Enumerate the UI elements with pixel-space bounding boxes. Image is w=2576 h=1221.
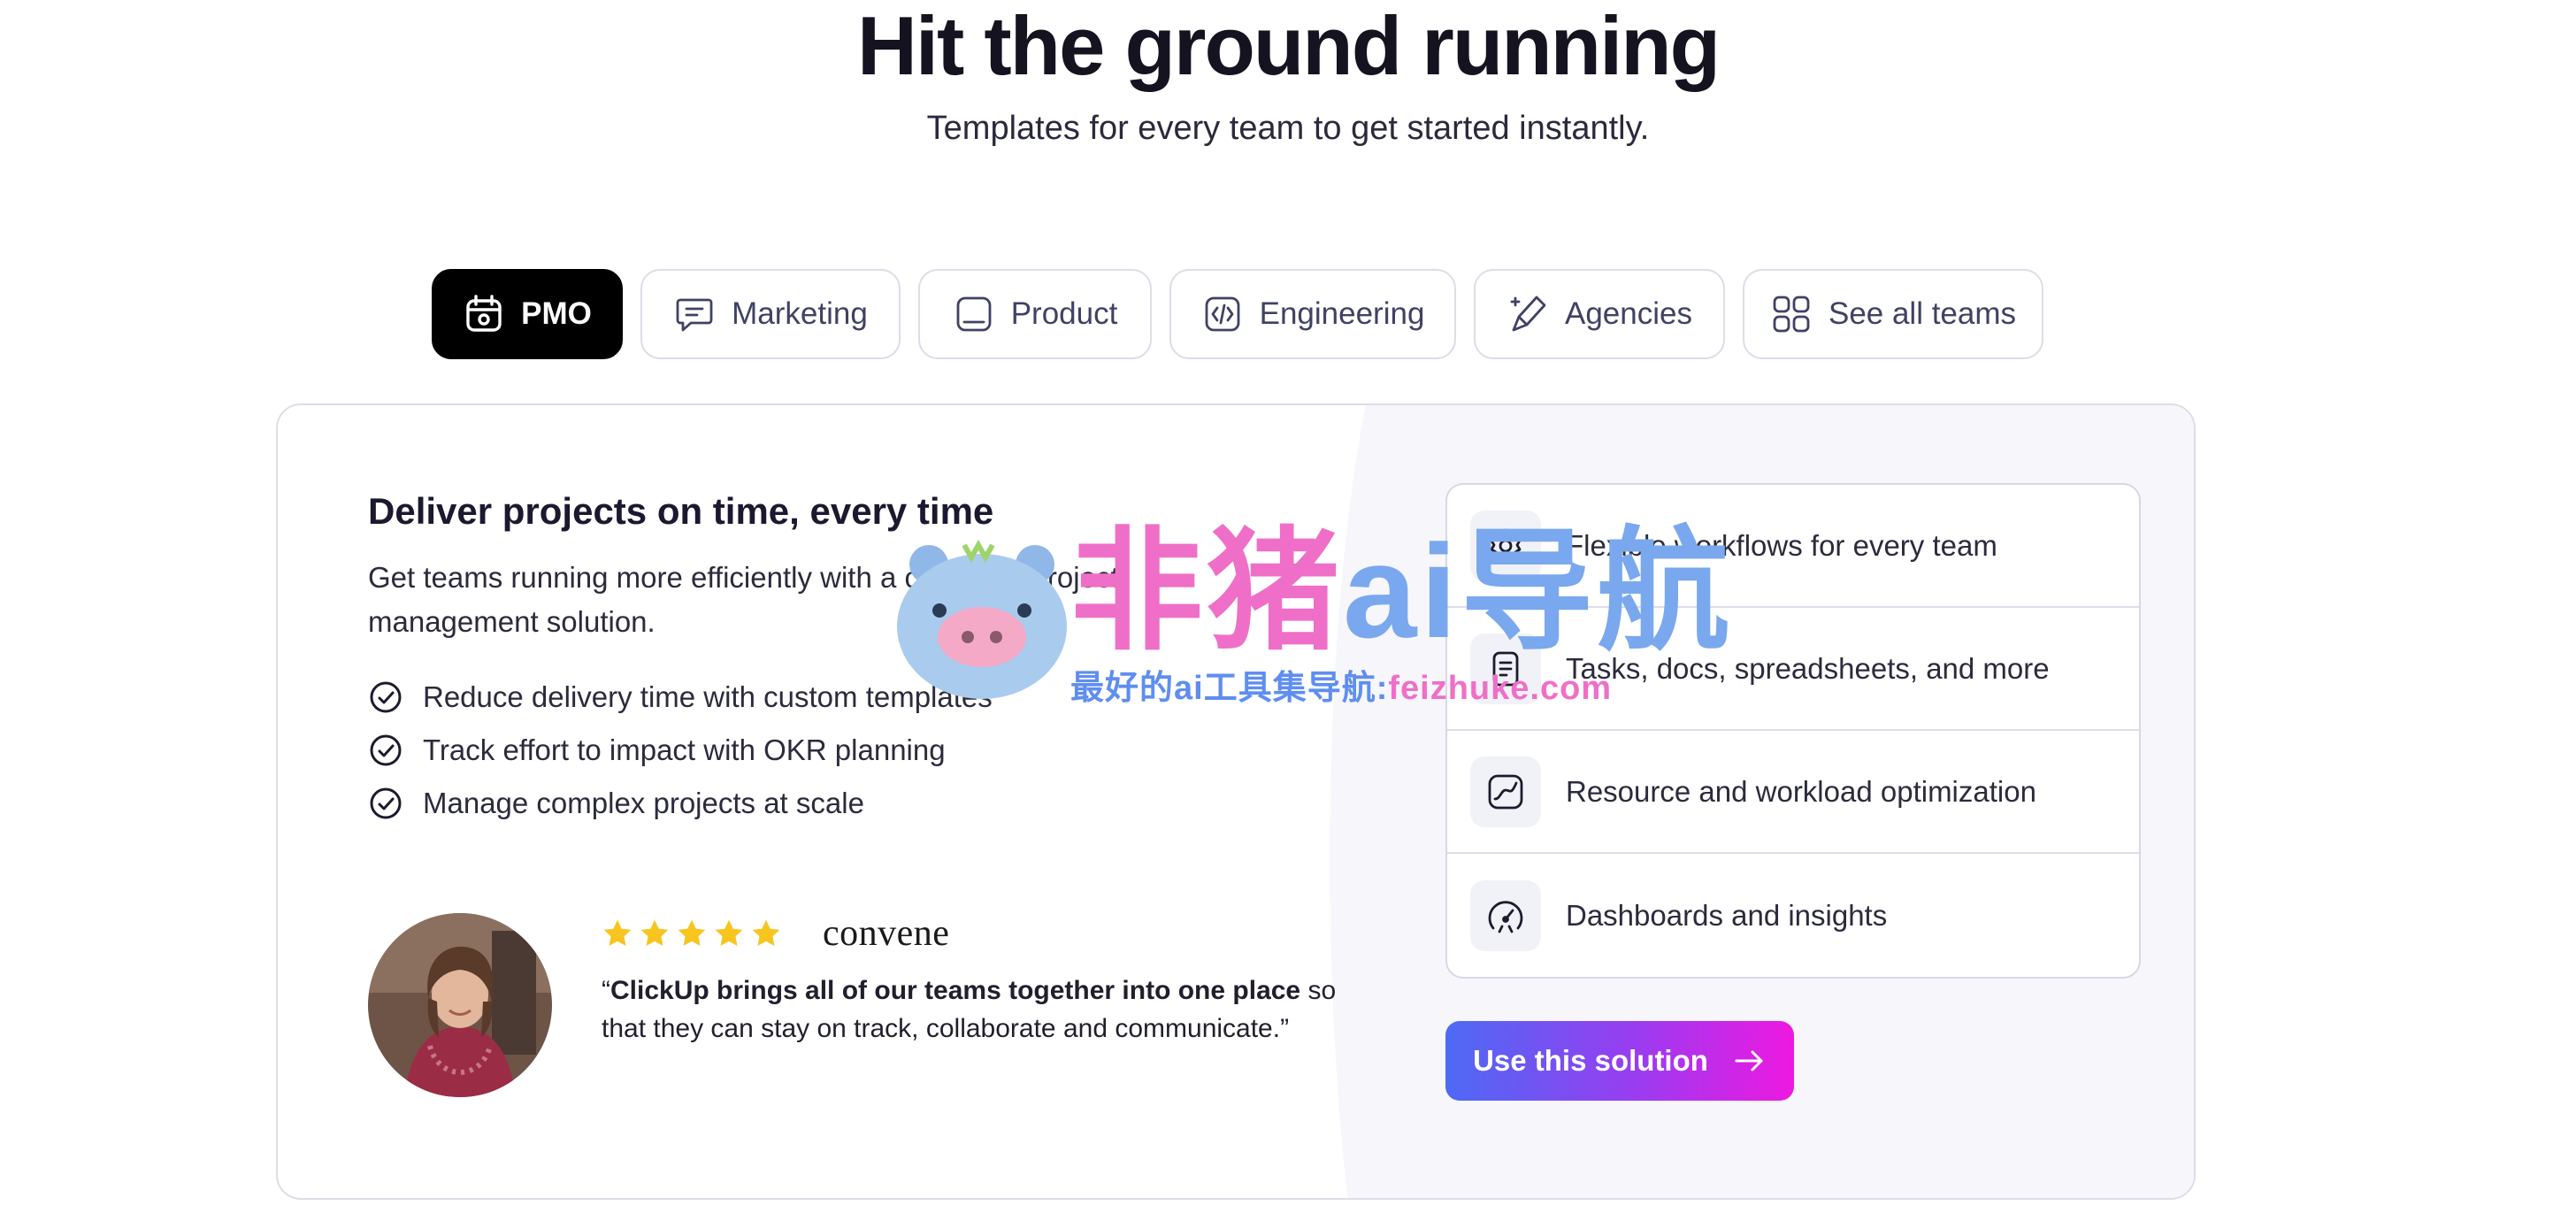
chart-icon — [1488, 774, 1523, 809]
gauge-icon — [1488, 900, 1523, 933]
customer-logo: convene — [823, 913, 950, 954]
tab-product[interactable]: Product — [918, 269, 1152, 359]
tab-label: See all teams — [1828, 296, 2017, 331]
solution-description: Get teams running more efficiently with … — [368, 561, 1119, 638]
check-circle-icon — [370, 681, 402, 713]
star-icon — [715, 919, 743, 946]
list-item: Reduce delivery time with custom templat… — [368, 671, 1270, 724]
star-icon — [752, 919, 780, 946]
list-item: Manage complex projects at scale — [368, 777, 1270, 830]
team-tabs: PMO Marketing Product Engineering Agenci… — [0, 269, 2576, 359]
feature-label: Resource and workload optimization — [1566, 774, 2036, 808]
arrow-right-icon — [1735, 1050, 1763, 1071]
star-icon — [678, 919, 706, 946]
avatar — [368, 913, 552, 1097]
tab-agencies[interactable]: Agencies — [1474, 269, 1725, 359]
code-icon — [1205, 296, 1239, 332]
calendar-icon — [466, 295, 502, 332]
testimonial: convene “ClickUp brings all of our teams… — [602, 911, 1362, 1048]
hero-title: Hit the ground running — [856, 0, 1721, 92]
feature-item: Resource and workload optimization — [1447, 731, 2139, 854]
tab-see-all-teams[interactable]: See all teams — [1743, 269, 2043, 359]
tab-label: Engineering — [1259, 296, 1425, 331]
star-icon — [640, 919, 669, 946]
list-item-text: Track effort to impact with OKR planning — [423, 733, 946, 766]
benefit-list: Reduce delivery time with custom templat… — [368, 671, 1270, 830]
cta-label: Use this solution — [1473, 1044, 1708, 1077]
list-item: Track effort to impact with OKR planning — [368, 724, 1270, 777]
star-icon — [603, 919, 632, 946]
solution-heading: Deliver projects on time, every time — [368, 490, 994, 532]
grid-icon — [1773, 296, 1810, 333]
list-item-text: Reduce delivery time with custom templat… — [423, 680, 993, 713]
tab-label: PMO — [521, 296, 592, 331]
hero-subtitle: Templates for every team to get started … — [926, 110, 1650, 147]
testimonial-quote: “ClickUp brings all of our teams togethe… — [602, 976, 1337, 1043]
use-this-solution-button[interactable]: Use this solution — [1445, 1021, 1794, 1101]
tab-label: Agencies — [1565, 296, 1692, 331]
device-icon — [956, 296, 992, 332]
solution-card: Deliver projects on time, every time Get… — [276, 403, 2196, 1200]
document-icon — [1492, 651, 1519, 686]
feature-list: Flexible workflows for every team Tasks,… — [1445, 483, 2141, 979]
tab-marketing[interactable]: Marketing — [640, 269, 901, 359]
feature-label: Flexible workflows for every team — [1566, 528, 1997, 562]
check-circle-icon — [370, 787, 402, 819]
star-rating — [602, 918, 782, 949]
check-circle-icon — [370, 734, 402, 766]
solution-content: Deliver projects on time, every time Get… — [368, 490, 1270, 830]
tab-engineering[interactable]: Engineering — [1169, 269, 1456, 359]
feature-label: Tasks, docs, spreadsheets, and more — [1566, 651, 2050, 685]
feature-item: Dashboards and insights — [1447, 854, 2139, 977]
rating-row: convene — [602, 911, 1362, 956]
feature-label: Dashboards and insights — [1566, 898, 1888, 932]
chat-bubble-icon — [676, 298, 713, 332]
feature-item: Flexible workflows for every team — [1447, 485, 2139, 608]
list-item-text: Manage complex projects at scale — [423, 787, 864, 819]
gear-icon — [1490, 528, 1522, 561]
tab-pmo[interactable]: PMO — [432, 269, 623, 359]
tab-label: Marketing — [732, 296, 868, 331]
pen-tool-icon — [1510, 296, 1546, 332]
tab-label: Product — [1010, 296, 1118, 331]
feature-item: Tasks, docs, spreadsheets, and more — [1447, 608, 2139, 731]
